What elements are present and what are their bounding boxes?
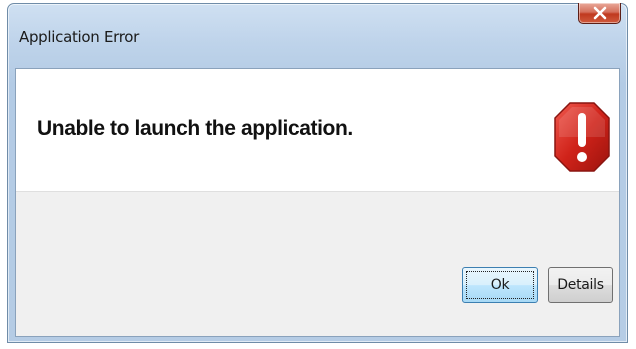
dialog-content: Unable to launch the application. Ok Det…: [15, 68, 620, 337]
close-button[interactable]: [578, 3, 621, 24]
message-area: Unable to launch the application.: [16, 69, 619, 192]
details-button[interactable]: Details: [548, 267, 613, 303]
ok-button-label: Ok: [490, 277, 510, 293]
ok-button[interactable]: Ok: [462, 267, 538, 303]
error-message: Unable to launch the application.: [37, 117, 353, 140]
close-icon: [593, 6, 606, 20]
error-dialog-window: Application Error Unable to launch the a…: [7, 3, 628, 343]
details-button-label: Details: [557, 277, 604, 293]
error-stop-icon: [554, 102, 610, 172]
title-bar[interactable]: Application Error: [8, 3, 627, 68]
window-title: Application Error: [19, 28, 140, 46]
